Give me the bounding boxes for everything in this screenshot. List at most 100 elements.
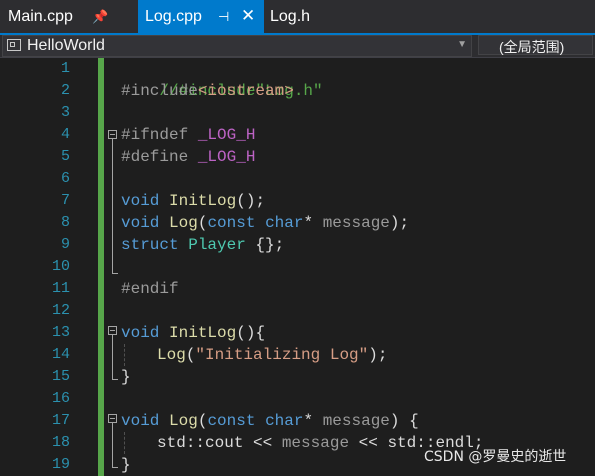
code-line: #ifndef _LOG_H bbox=[121, 124, 255, 146]
keyword-token: void bbox=[121, 214, 160, 232]
line-number: 19 bbox=[51, 456, 70, 473]
indent-guide bbox=[124, 432, 125, 454]
parameter-token: message bbox=[322, 412, 390, 430]
macro-token: _LOG_H bbox=[197, 148, 256, 166]
keyword-token: void bbox=[121, 192, 160, 210]
operator-token: << bbox=[349, 434, 388, 452]
line-number: 13 bbox=[51, 324, 70, 341]
tab-label: Log.cpp bbox=[145, 8, 202, 25]
line-number: 4 bbox=[60, 126, 70, 143]
pin-icon[interactable]: ⊣ bbox=[218, 9, 229, 25]
punctuation-token: } bbox=[121, 368, 131, 386]
pin-icon[interactable]: 📌 bbox=[92, 9, 108, 25]
namespace-token: std bbox=[387, 434, 417, 452]
preprocessor-token: #ifndef bbox=[121, 126, 198, 144]
keyword-token: char bbox=[265, 412, 304, 430]
fold-region-line bbox=[112, 423, 113, 467]
function-token: Log bbox=[169, 214, 198, 232]
code-line: void Log(const char* message); bbox=[121, 212, 409, 234]
project-name: HelloWorld bbox=[27, 37, 105, 54]
line-number: 6 bbox=[60, 170, 70, 187]
operator-token: * bbox=[303, 214, 314, 232]
tab-log-cpp[interactable]: Log.cpp ⊣ ✕ bbox=[138, 0, 264, 33]
line-number: 7 bbox=[60, 192, 70, 209]
punctuation-token: (){ bbox=[236, 324, 266, 342]
operator-token: * bbox=[303, 412, 314, 430]
fold-region-end bbox=[112, 273, 118, 274]
header-token: <iostream> bbox=[197, 82, 294, 100]
punctuation-token: ); bbox=[389, 214, 410, 232]
change-indicator-bar bbox=[98, 58, 104, 476]
tab-label: Main.cpp bbox=[8, 8, 73, 25]
line-number: 3 bbox=[60, 104, 70, 121]
line-number: 9 bbox=[60, 236, 70, 253]
line-number: 5 bbox=[60, 148, 70, 165]
line-number: 11 bbox=[51, 280, 70, 297]
keyword-token: void bbox=[121, 412, 160, 430]
line-number: 17 bbox=[51, 412, 70, 429]
code-line: Log("Initializing Log"); bbox=[157, 344, 387, 366]
function-token: Log bbox=[157, 346, 186, 364]
punctuation-token: } bbox=[121, 456, 131, 474]
punctuation-token: ( bbox=[197, 214, 208, 232]
parameter-token: message bbox=[281, 434, 350, 452]
member-scope-dropdown[interactable]: (全局范围) bbox=[478, 35, 593, 55]
punctuation-token: (); bbox=[236, 192, 266, 210]
keyword-token: void bbox=[121, 324, 160, 342]
identifier-token: cout bbox=[205, 434, 244, 452]
keyword-token: struct bbox=[121, 236, 179, 254]
indent-guide bbox=[124, 344, 125, 366]
fold-region-end bbox=[112, 467, 118, 468]
keyword-token: char bbox=[265, 214, 304, 232]
code-line: struct Player {}; bbox=[121, 234, 284, 256]
code-editor[interactable]: 1 2 3 4 5 6 7 8 9 10 11 12 13 14 15 16 1… bbox=[0, 58, 595, 476]
code-line: } bbox=[121, 454, 131, 476]
line-number: 12 bbox=[51, 302, 70, 319]
operator-token: :: bbox=[185, 434, 206, 452]
punctuation-token: ); bbox=[368, 346, 388, 364]
keyword-token: const bbox=[207, 214, 256, 232]
code-line: #define _LOG_H bbox=[121, 146, 255, 168]
line-number: 16 bbox=[51, 390, 70, 407]
code-line: #endif bbox=[121, 278, 179, 300]
code-line: void InitLog(){ bbox=[121, 322, 265, 344]
fold-region-line bbox=[112, 139, 113, 273]
project-scope-dropdown[interactable]: HelloWorld ▼ bbox=[2, 35, 472, 57]
function-token: Log bbox=[169, 412, 198, 430]
keyword-token: const bbox=[207, 412, 256, 430]
function-token: InitLog bbox=[169, 192, 237, 210]
namespace-token: std bbox=[157, 434, 186, 452]
preprocessor-token: #define bbox=[121, 148, 198, 166]
collapse-toggle-icon[interactable] bbox=[108, 326, 117, 335]
function-token: InitLog bbox=[169, 324, 237, 342]
document-tab-bar: Main.cpp 📌 Log.cpp ⊣ ✕ Log.h bbox=[0, 0, 595, 35]
parameter-token: message bbox=[322, 214, 390, 232]
tab-label: Log.h bbox=[270, 8, 311, 25]
project-icon bbox=[7, 39, 21, 51]
tab-log-h[interactable]: Log.h bbox=[264, 0, 344, 33]
type-token: Player bbox=[188, 236, 246, 254]
code-line: void Log(const char* message) { bbox=[121, 410, 419, 432]
fold-region-line bbox=[112, 335, 113, 379]
string-token: "Initializing Log" bbox=[195, 346, 369, 364]
line-number: 1 bbox=[60, 60, 70, 77]
navigation-bar: HelloWorld ▼ (全局范围) bbox=[0, 35, 595, 58]
punctuation-token: ( bbox=[197, 412, 208, 430]
punctuation-token: ( bbox=[185, 346, 196, 364]
operator-token: << bbox=[243, 434, 282, 452]
tab-main-cpp[interactable]: Main.cpp 📌 bbox=[0, 0, 138, 33]
line-number: 15 bbox=[51, 368, 70, 385]
line-number: 2 bbox=[60, 82, 70, 99]
code-line: } bbox=[121, 366, 131, 388]
collapse-toggle-icon[interactable] bbox=[108, 130, 117, 139]
member-scope-label: (全局范围) bbox=[499, 39, 565, 55]
fold-region-end bbox=[112, 379, 118, 380]
punctuation-token: {}; bbox=[245, 236, 285, 254]
macro-token: _LOG_H bbox=[197, 126, 256, 144]
code-line: void InitLog(); bbox=[121, 190, 265, 212]
chevron-down-icon: ▼ bbox=[457, 39, 467, 50]
collapse-toggle-icon[interactable] bbox=[108, 414, 117, 423]
close-icon[interactable]: ✕ bbox=[241, 6, 255, 26]
code-line: #include<iostream> bbox=[121, 80, 294, 102]
line-number: 8 bbox=[60, 214, 70, 231]
